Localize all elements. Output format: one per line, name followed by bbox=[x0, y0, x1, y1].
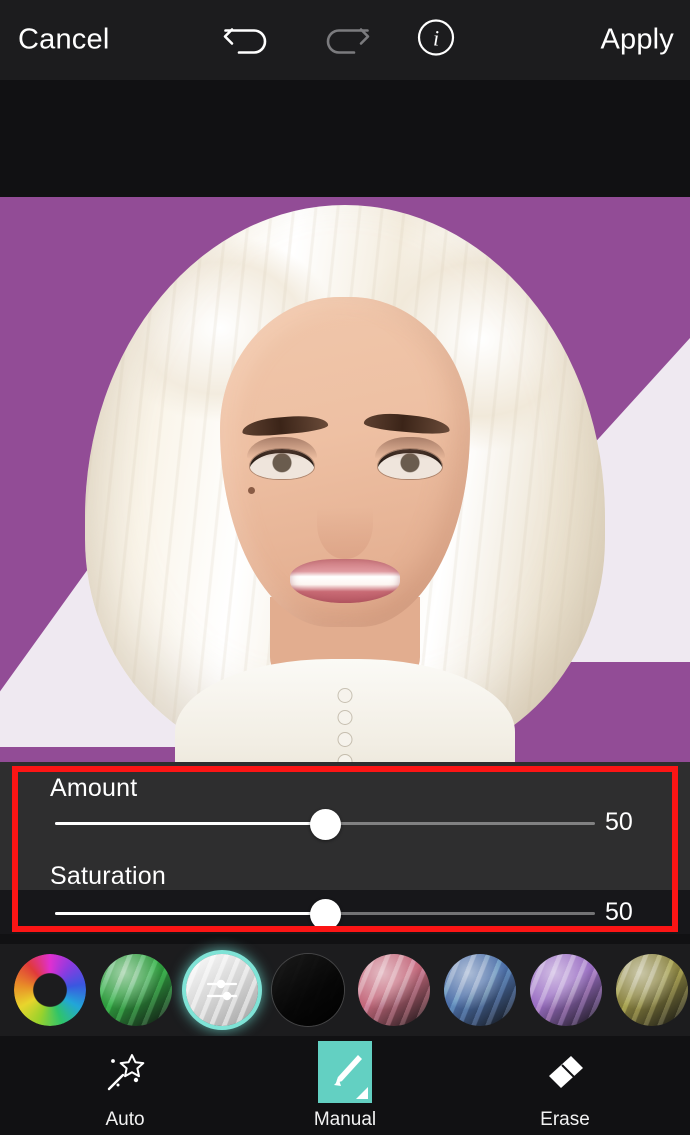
undo-arrow-icon[interactable] bbox=[222, 18, 276, 63]
tool-mode-toolbar: Auto Manual Erase bbox=[0, 1036, 690, 1135]
color-swatch-olive[interactable] bbox=[616, 954, 688, 1026]
slider-row-saturation: Saturation 50 bbox=[0, 862, 690, 934]
amount-slider-label: Amount bbox=[50, 774, 138, 802]
amount-slider-track[interactable] bbox=[55, 809, 595, 840]
nose bbox=[317, 485, 373, 559]
eyeshadow-left bbox=[247, 437, 317, 459]
portrait-subject bbox=[65, 197, 625, 762]
paintbrush-icon bbox=[318, 1040, 372, 1103]
tool-manual-label: Manual bbox=[313, 1108, 377, 1130]
color-swatch-color-wheel[interactable] bbox=[14, 954, 86, 1026]
saturation-slider-value: 50 bbox=[605, 898, 633, 926]
saturation-slider-track-fill bbox=[55, 912, 325, 915]
hair-swatch-texture bbox=[444, 954, 516, 1026]
color-swatch-blue[interactable] bbox=[444, 954, 516, 1026]
saturation-slider-label: Saturation bbox=[50, 862, 166, 890]
hair-swatch-texture bbox=[100, 954, 172, 1026]
collar-button bbox=[338, 711, 352, 724]
color-swatch-black[interactable] bbox=[272, 954, 344, 1026]
amount-slider-track-fill bbox=[55, 822, 325, 825]
color-swatch-green[interactable] bbox=[100, 954, 172, 1026]
eyebrow-right bbox=[363, 411, 451, 436]
hair-swatch-texture bbox=[530, 954, 602, 1026]
color-swatch-pink[interactable] bbox=[358, 954, 430, 1026]
amount-slider-value: 50 bbox=[605, 808, 633, 836]
amount-slider-thumb[interactable] bbox=[310, 809, 341, 840]
tool-auto-label: Auto bbox=[105, 1108, 145, 1130]
collar-button bbox=[338, 755, 352, 762]
eraser-icon bbox=[538, 1041, 592, 1103]
color-wheel-icon bbox=[14, 954, 86, 1026]
top-toolbar: Cancel i Apply bbox=[0, 0, 690, 80]
eyebrow-left bbox=[241, 413, 329, 438]
redo-arrow-icon[interactable] bbox=[317, 18, 371, 63]
svg-text:i: i bbox=[433, 26, 439, 51]
photo-canvas[interactable] bbox=[0, 197, 690, 762]
face bbox=[220, 297, 470, 627]
apply-button[interactable]: Apply bbox=[600, 24, 674, 57]
tool-auto[interactable]: Auto bbox=[69, 1041, 181, 1131]
hair-swatch-texture bbox=[358, 954, 430, 1026]
info-circle-icon[interactable]: i bbox=[414, 16, 458, 65]
sliders-adjust-icon bbox=[186, 954, 258, 1026]
saturation-slider-thumb[interactable] bbox=[310, 899, 341, 930]
hair-swatch-texture bbox=[616, 954, 688, 1026]
beauty-mark bbox=[248, 487, 255, 494]
collar-button bbox=[338, 733, 352, 746]
color-swatch-silver[interactable] bbox=[186, 954, 258, 1026]
color-swatch-purple[interactable] bbox=[530, 954, 602, 1026]
adjustment-slider-panel: Amount 50 Saturation 50 bbox=[0, 762, 690, 934]
manual-corner-indicator bbox=[356, 1086, 368, 1099]
slider-row-amount: Amount 50 bbox=[0, 774, 690, 858]
color-swatch-row bbox=[0, 944, 690, 1036]
saturation-slider-track[interactable] bbox=[55, 899, 595, 930]
tool-erase-label: Erase bbox=[540, 1108, 590, 1130]
tool-manual[interactable]: Manual bbox=[289, 1040, 401, 1131]
mouth bbox=[290, 559, 400, 603]
magic-wand-icon bbox=[98, 1041, 152, 1103]
cancel-button[interactable]: Cancel bbox=[18, 24, 109, 57]
eyeshadow-right bbox=[375, 437, 445, 459]
tool-erase[interactable]: Erase bbox=[509, 1041, 621, 1131]
collar-button bbox=[338, 689, 352, 702]
hair-color-editor-screen: Cancel i Apply Amount 50 Saturation 50 A… bbox=[0, 0, 690, 1135]
hair-swatch-texture bbox=[272, 954, 344, 1026]
